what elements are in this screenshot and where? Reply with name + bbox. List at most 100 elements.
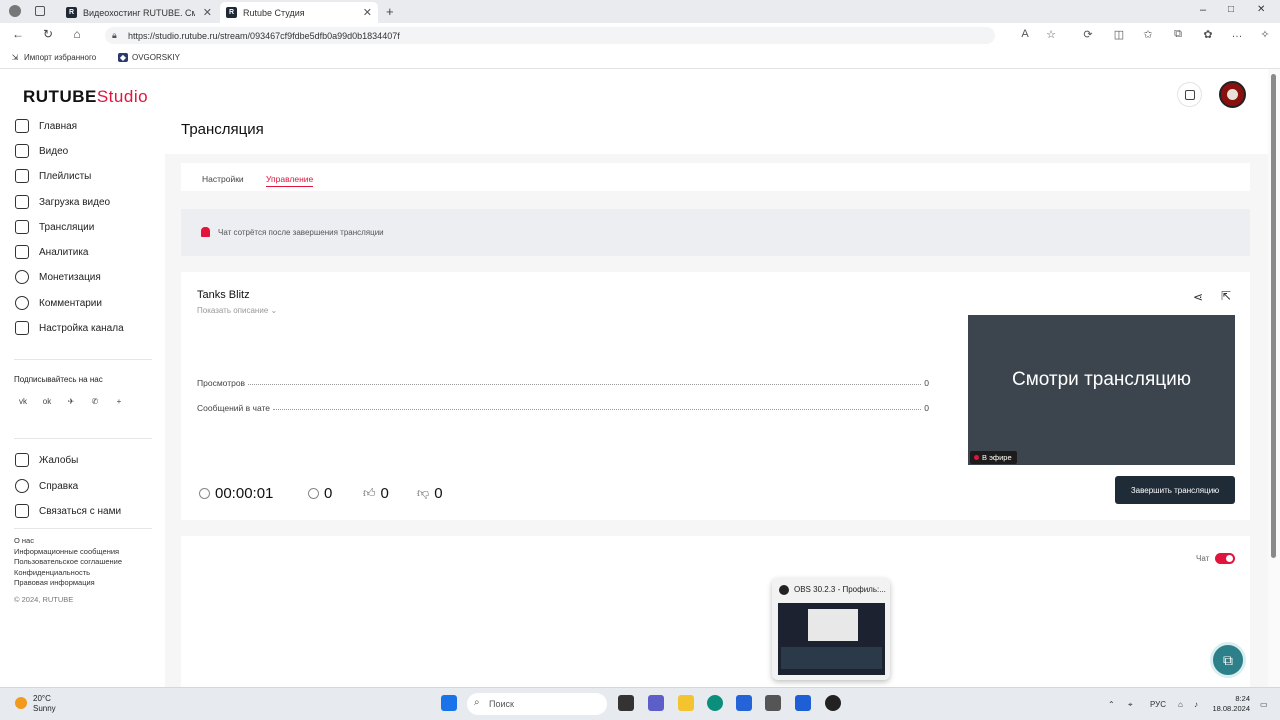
url-field[interactable]: 🔒︎ https://studio.rutube.ru/stream/09346… [105, 27, 995, 44]
stat-value: 0 [924, 378, 929, 388]
launcher-icon[interactable] [795, 695, 811, 711]
url-text: https://studio.rutube.ru/stream/093467cf… [128, 30, 400, 41]
sidebar-item-label: Видео [39, 145, 69, 157]
home-icon[interactable]: ⌂ [69, 27, 85, 41]
extension-icon[interactable]: ✿ [1201, 28, 1215, 41]
upload-button[interactable] [1177, 82, 1202, 107]
upload-icon [15, 195, 29, 209]
edge-icon[interactable] [707, 695, 723, 711]
obs-taskbar-icon[interactable] [825, 695, 841, 711]
tray-chevron-icon[interactable]: ⌃ [1108, 700, 1115, 709]
telegram-icon[interactable]: ✈ [64, 395, 78, 409]
sidebar-item-channel-settings[interactable]: Настройка канала [15, 319, 124, 337]
minimize-icon[interactable]: – [1200, 4, 1206, 16]
volume-icon[interactable]: ♪ [1194, 700, 1198, 709]
viber-icon[interactable]: ✆ [88, 395, 102, 409]
tab-management[interactable]: Управление [266, 174, 314, 187]
windows-start-icon[interactable] [441, 695, 457, 711]
weather-widget[interactable]: 20°C Sunny [33, 694, 56, 714]
avatar[interactable] [1219, 81, 1246, 108]
sidebar-item-label: Связаться с нами [39, 505, 122, 517]
footer-link-legal[interactable]: Правовая информация [14, 578, 95, 587]
footer-link-about[interactable]: О нас [14, 536, 34, 545]
bookmark-ovgorskiy[interactable]: ◆ OVGORSKIY [118, 53, 180, 62]
tab-settings[interactable]: Настройки [202, 174, 244, 184]
copilot-icon[interactable]: ✧ [1258, 28, 1272, 41]
task-view-icon[interactable] [618, 695, 634, 711]
sidebar-item-label: Комментарии [39, 297, 102, 309]
sidebar-item-monetization[interactable]: Монетизация [15, 268, 101, 286]
file-explorer-icon[interactable] [678, 695, 694, 711]
thumbnail-window [808, 609, 858, 641]
app-icon[interactable] [765, 695, 781, 711]
favorites-icon[interactable]: ✩ [1141, 28, 1155, 41]
menu-icon[interactable]: … [1230, 28, 1244, 40]
language-indicator[interactable]: РУС [1150, 700, 1166, 709]
teams-icon[interactable] [648, 695, 664, 711]
footer-link-terms[interactable]: Пользовательское соглашение [14, 557, 122, 566]
stat-views: Просмотров 0 [197, 376, 929, 388]
stat-label: Сообщений в чате [197, 403, 271, 413]
user-icon [308, 488, 319, 499]
store-icon[interactable] [736, 695, 752, 711]
sidebar-item-video[interactable]: Видео [15, 142, 68, 160]
support-chat-button[interactable]: ⧉ [1210, 642, 1246, 678]
close-icon[interactable]: ✕ [363, 6, 372, 19]
taskbar [0, 687, 1280, 720]
chat-toggle[interactable] [1215, 553, 1235, 564]
bell-icon [201, 227, 210, 237]
show-description-link[interactable]: Показать описание ⌄ [197, 306, 277, 315]
profile-icon[interactable] [9, 5, 21, 17]
search-placeholder: Поиск [489, 699, 514, 709]
likes-value: 0 [380, 485, 389, 502]
end-stream-button[interactable]: Завершить трансляцию [1115, 476, 1235, 504]
network-icon[interactable]: ⌂ [1178, 700, 1183, 709]
tab-rutube-studio[interactable]: R Rutube Студия ✕ [220, 2, 378, 23]
tabs-card [181, 163, 1250, 191]
favorite-star-icon[interactable]: ☆ [1044, 28, 1058, 41]
thumbs-up-icon: 👍︎ [363, 486, 376, 500]
tab-rutube-video[interactable]: R Видеохостинг RUTUBE. Смотрит ✕ [60, 2, 218, 23]
sidebar-item-home[interactable]: Главная [15, 117, 77, 135]
collections-icon[interactable]: ⧉ [1171, 28, 1185, 41]
obs-preview-title: OBS 30.2.3 - Профиль:... [794, 585, 886, 594]
external-link-icon[interactable]: ⇱ [1221, 289, 1231, 303]
stat-value: 0 [924, 403, 929, 413]
location-icon[interactable]: ⌖ [1128, 700, 1133, 710]
sidebar-item-complaints[interactable]: Жалобы [15, 451, 78, 469]
vk-icon[interactable]: vk [16, 395, 30, 409]
tab-actions-icon[interactable] [35, 6, 45, 16]
sidebar-item-contact[interactable]: Связаться с нами [15, 502, 121, 520]
sidebar-item-playlists[interactable]: Плейлисты [15, 167, 91, 185]
analytics-icon [15, 245, 29, 259]
extensions-icon[interactable]: ⟳ [1081, 28, 1095, 41]
read-aloud-icon[interactable]: A [1018, 28, 1032, 40]
ok-icon[interactable]: ok [40, 395, 54, 409]
rutube-studio-logo[interactable]: RUTUBEStudio [23, 87, 148, 107]
maximize-icon[interactable]: □ [1228, 4, 1234, 15]
reload-icon[interactable]: ↻ [40, 27, 56, 41]
taskbar-clock[interactable]: 8:24 18.08.2024 [1212, 694, 1250, 714]
more-social-icon[interactable]: + [112, 395, 126, 409]
sidebar-item-broadcasts[interactable]: Трансляции [15, 218, 94, 236]
close-icon[interactable]: ✕ [203, 6, 212, 19]
sidebar-item-comments[interactable]: Комментарии [15, 294, 102, 312]
broadcast-icon [15, 220, 29, 234]
obs-preview-thumbnail[interactable] [778, 603, 885, 675]
sidebar-item-analytics[interactable]: Аналитика [15, 243, 89, 261]
taskbar-search[interactable]: ⌕ Поиск [467, 693, 607, 715]
close-window-icon[interactable]: ✕ [1257, 4, 1265, 15]
bookmark-import[interactable]: ⇲ Импорт избранного [10, 53, 97, 62]
footer-link-privacy[interactable]: Конфиденциальность [14, 568, 90, 577]
scrollbar-thumb[interactable] [1271, 74, 1276, 558]
new-tab-icon[interactable]: + [386, 4, 394, 19]
sidebar-item-upload[interactable]: Загрузка видео [15, 193, 110, 211]
back-icon[interactable]: ← [10, 27, 26, 41]
stream-timer: 00:00:01 [199, 485, 273, 502]
sidebar-item-help[interactable]: Справка [15, 477, 78, 495]
split-screen-icon[interactable]: ◫ [1112, 28, 1126, 41]
share-icon[interactable]: ⋖ [1193, 290, 1203, 304]
footer-link-info[interactable]: Информационные сообщения [14, 547, 119, 556]
dotted-leader [273, 409, 922, 410]
notifications-icon[interactable]: ▭ [1260, 700, 1268, 709]
